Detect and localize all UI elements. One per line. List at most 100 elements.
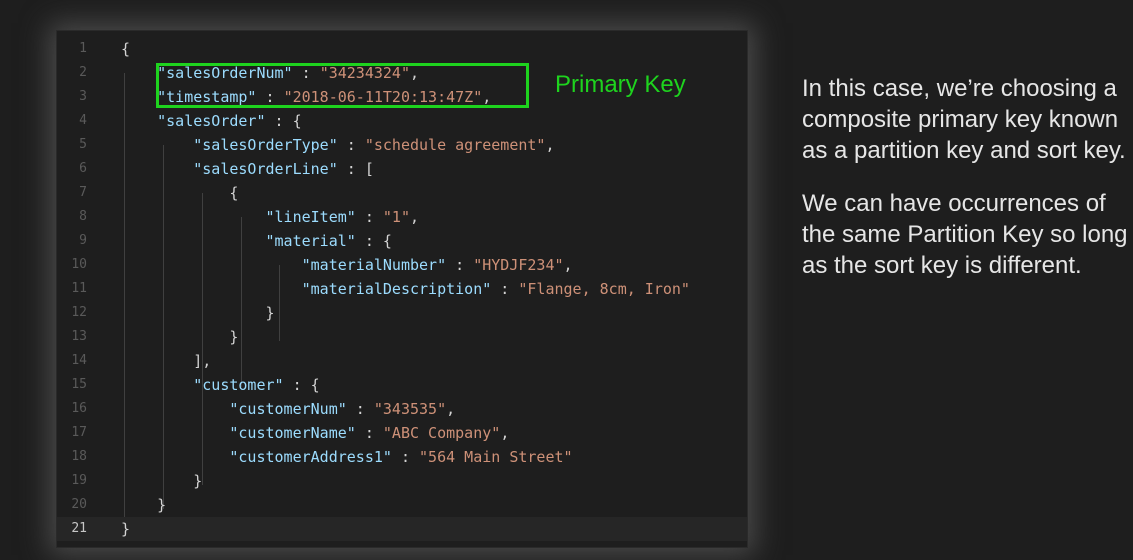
- code-text: "lineItem" : "1",: [121, 205, 420, 229]
- line-number: 16: [71, 401, 87, 416]
- json-string: "343535": [373, 400, 447, 418]
- code-line[interactable]: 13 }: [57, 325, 747, 349]
- code-line[interactable]: 15 "customer" : {: [57, 373, 747, 397]
- primary-key-label: Primary Key: [555, 71, 686, 98]
- line-number: 6: [79, 161, 87, 176]
- json-punctuation: ],: [121, 352, 212, 370]
- json-punctuation: : {: [355, 232, 392, 250]
- line-number: 5: [79, 137, 87, 152]
- json-punctuation: [121, 160, 193, 178]
- json-punctuation: :: [355, 208, 383, 226]
- json-string: "564 Main Street": [419, 448, 573, 466]
- code-text: ],: [121, 349, 211, 373]
- code-line[interactable]: 21}: [57, 517, 747, 541]
- json-key: "materialNumber": [301, 256, 447, 274]
- code-line[interactable]: 1{: [57, 37, 747, 61]
- json-punctuation: [121, 448, 229, 466]
- explanation-text: In this case, we’re choosing a composite…: [802, 73, 1132, 303]
- code-text: {: [121, 181, 238, 205]
- line-number: 14: [71, 353, 87, 368]
- json-punctuation: : {: [265, 112, 302, 130]
- line-number: 3: [79, 89, 87, 104]
- json-key: "customer": [193, 376, 284, 394]
- json-punctuation: ,: [410, 208, 420, 226]
- code-text: "salesOrder" : {: [121, 109, 302, 133]
- explanation-paragraph-1: In this case, we’re choosing a composite…: [802, 75, 1126, 164]
- json-key: "salesOrderType": [193, 136, 338, 154]
- explanation-paragraph-2: We can have occurrences of the same Part…: [802, 190, 1128, 279]
- line-number: 4: [79, 113, 87, 128]
- json-punctuation: [121, 64, 157, 82]
- line-number: 13: [71, 329, 87, 344]
- line-number: 15: [71, 377, 87, 392]
- line-number: 7: [79, 185, 87, 200]
- json-string: "1": [382, 208, 410, 226]
- json-punctuation: : {: [283, 376, 320, 394]
- json-punctuation: :: [446, 256, 474, 274]
- json-punctuation: [121, 400, 229, 418]
- code-line[interactable]: 4 "salesOrder" : {: [57, 109, 747, 133]
- code-line[interactable]: 10 "materialNumber" : "HYDJF234",: [57, 253, 747, 277]
- code-line[interactable]: 16 "customerNum" : "343535",: [57, 397, 747, 421]
- code-line[interactable]: 18 "customerAddress1" : "564 Main Street…: [57, 445, 747, 469]
- json-punctuation: [121, 208, 266, 226]
- json-key: "customerNum": [229, 400, 347, 418]
- code-line[interactable]: 6 "salesOrderLine" : [: [57, 157, 747, 181]
- json-key: "customerName": [229, 424, 356, 442]
- code-line[interactable]: 12 }: [57, 301, 747, 325]
- json-key: "customerAddress1": [229, 448, 392, 466]
- json-punctuation: ,: [500, 424, 510, 442]
- code-text: }: [121, 493, 166, 517]
- json-punctuation: }: [121, 304, 275, 322]
- code-line[interactable]: 20 }: [57, 493, 747, 517]
- json-punctuation: [121, 232, 266, 250]
- json-string: "HYDJF234": [473, 256, 564, 274]
- line-number: 12: [71, 305, 87, 320]
- json-punctuation: }: [121, 520, 131, 538]
- line-number: 8: [79, 209, 87, 224]
- primary-key-highlight-box: [156, 63, 529, 108]
- code-text: }: [121, 469, 202, 493]
- code-line[interactable]: 9 "material" : {: [57, 229, 747, 253]
- json-punctuation: }: [121, 328, 239, 346]
- json-punctuation: ,: [563, 256, 573, 274]
- code-text: "materialDescription" : "Flange, 8cm, Ir…: [121, 277, 690, 301]
- json-string: "schedule agreement": [364, 136, 546, 154]
- json-key: "lineItem": [265, 208, 356, 226]
- code-line[interactable]: 7 {: [57, 181, 747, 205]
- json-punctuation: :: [391, 448, 420, 466]
- line-number: 18: [71, 449, 87, 464]
- code-text: "salesOrderType" : "schedule agreement",: [121, 133, 554, 157]
- json-punctuation: }: [121, 472, 203, 490]
- code-line[interactable]: 19 }: [57, 469, 747, 493]
- code-text: "customerNum" : "343535",: [121, 397, 455, 421]
- json-punctuation: {: [121, 40, 131, 58]
- code-line[interactable]: 14 ],: [57, 349, 747, 373]
- json-punctuation: [121, 88, 157, 106]
- line-number: 9: [79, 233, 87, 248]
- json-punctuation: [121, 280, 302, 298]
- code-line[interactable]: 8 "lineItem" : "1",: [57, 205, 747, 229]
- json-punctuation: [121, 256, 302, 274]
- code-text: "materialNumber" : "HYDJF234",: [121, 253, 573, 277]
- line-number: 17: [71, 425, 87, 440]
- json-punctuation: [121, 376, 193, 394]
- line-number: 21: [71, 521, 87, 536]
- code-line[interactable]: 17 "customerName" : "ABC Company",: [57, 421, 747, 445]
- code-text: }: [121, 301, 275, 325]
- json-punctuation: [121, 136, 193, 154]
- line-number: 20: [71, 497, 87, 512]
- code-line[interactable]: 11 "materialDescription" : "Flange, 8cm,…: [57, 277, 747, 301]
- json-key: "salesOrderLine": [193, 160, 338, 178]
- code-text: "material" : {: [121, 229, 392, 253]
- code-editor[interactable]: 1{2 "salesOrderNum" : "34234324", 3 "time…: [57, 31, 747, 547]
- code-line[interactable]: 5 "salesOrderType" : "schedule agreement…: [57, 133, 747, 157]
- code-text: "customerAddress1" : "564 Main Street": [121, 445, 573, 469]
- code-text: "salesOrderLine" : [: [121, 157, 374, 181]
- code-text: {: [121, 37, 130, 61]
- code-text: "customerName" : "ABC Company",: [121, 421, 509, 445]
- json-punctuation: {: [121, 184, 239, 202]
- json-string: "Flange, 8cm, Iron": [518, 280, 690, 298]
- code-text: "customer" : {: [121, 373, 320, 397]
- json-punctuation: :: [355, 424, 383, 442]
